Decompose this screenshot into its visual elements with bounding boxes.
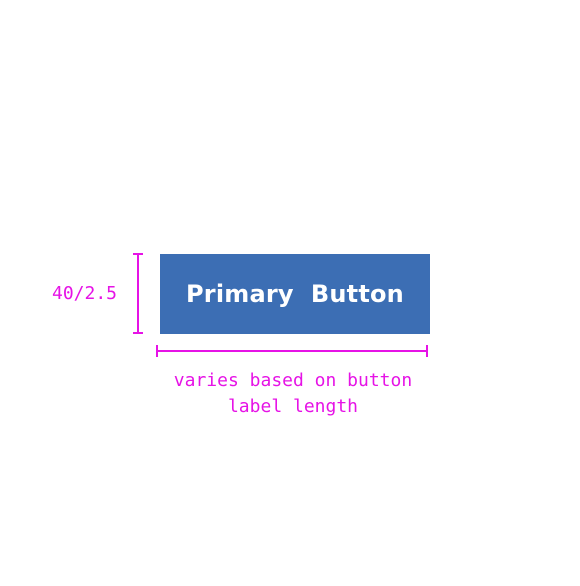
primary-button[interactable]: Primary Button [160, 254, 430, 334]
width-dimension-label-line1: varies based on button [173, 370, 413, 391]
spec-canvas: 40/2.5 Primary Button varies based on bu… [0, 0, 580, 586]
width-dimension-label: varies based on button label length [152, 368, 434, 420]
height-dimension-label: 40/2.5 [52, 283, 118, 304]
width-dimension-label-line2: label length [227, 396, 359, 417]
width-dimension-line [156, 345, 428, 357]
